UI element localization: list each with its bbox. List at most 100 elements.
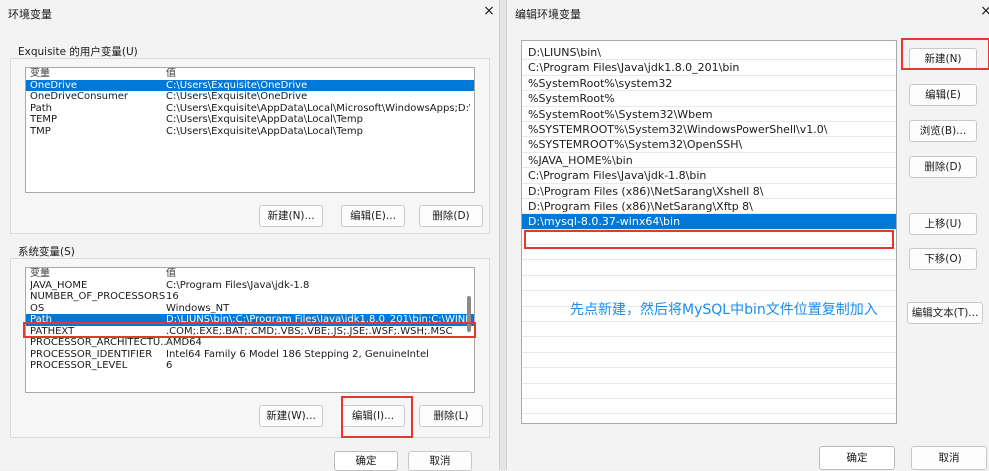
delete-button[interactable]: 删除(D) <box>909 156 977 178</box>
system-edit-button[interactable]: 编辑(I)... <box>341 405 405 427</box>
table-row[interactable]: TMP C:\Users\Exquisite\AppData\Local\Temp <box>26 126 474 138</box>
var-name: PROCESSOR_ARCHITECTU... <box>30 337 166 348</box>
list-item[interactable]: %SystemRoot%\System32\Wbem <box>522 107 896 122</box>
environment-variables-dialog: 环境变量 × Exquisite 的用户变量(U) 变量 值 OneDrive C… <box>0 0 500 471</box>
list-item[interactable] <box>522 322 896 338</box>
system-delete-button[interactable]: 删除(L) <box>419 405 483 427</box>
var-value: AMD64 <box>166 337 202 348</box>
cancel-button[interactable]: 取消 <box>408 451 472 471</box>
list-item[interactable] <box>522 245 896 261</box>
var-name: TEMP <box>30 114 58 125</box>
var-name: PROCESSOR_LEVEL <box>30 360 128 371</box>
user-vars-label: Exquisite 的用户变量(U) <box>18 46 138 58</box>
close-icon[interactable]: × <box>977 3 989 19</box>
var-name: Path <box>30 102 52 114</box>
table-row[interactable]: PROCESSOR_LEVEL 6 <box>26 360 474 372</box>
titlebar: 环境变量 × <box>0 0 499 26</box>
list-item[interactable]: %SYSTEMROOT%\System32\OpenSSH\ <box>522 137 896 153</box>
edit-button[interactable]: 编辑(E) <box>909 84 977 106</box>
path-entries-list[interactable]: D:\LIUNS\bin\ C:\Program Files\Java\jdk1.… <box>521 40 897 424</box>
var-name: TMP <box>30 125 51 137</box>
var-value: 16 <box>166 291 179 302</box>
var-name: OneDriveConsumer <box>30 91 129 102</box>
table-row[interactable]: OneDrive C:\Users\Exquisite\OneDrive <box>26 79 474 91</box>
var-value: .COM;.EXE;.BAT;.CMD;.VBS;.VBE;.JS;.JSE;.… <box>166 325 453 337</box>
cancel-button[interactable]: 取消 <box>911 446 987 470</box>
var-value: C:\Program Files\Java\jdk-1.8 <box>166 279 310 291</box>
var-name: OS <box>30 302 45 314</box>
var-value: C:\Users\Exquisite\OneDrive <box>166 79 308 91</box>
ok-button[interactable]: 确定 <box>819 446 895 470</box>
table-row[interactable]: Path D:\LIUNS\bin\;C:\Program Files\Java\… <box>26 314 474 326</box>
user-vars-header: 变量 值 <box>26 68 474 80</box>
table-row[interactable]: PATHEXT .COM;.EXE;.BAT;.CMD;.VBS;.VBE;.JS… <box>26 326 474 338</box>
scrollbar-thumb[interactable] <box>467 296 471 332</box>
system-vars-header: 变量 值 <box>26 268 474 280</box>
list-item[interactable]: C:\Program Files\Java\jdk-1.8\bin <box>522 168 896 184</box>
titlebar: 编辑环境变量 × <box>507 0 989 26</box>
table-row[interactable]: JAVA_HOME C:\Program Files\Java\jdk-1.8 <box>26 280 474 292</box>
var-value: Intel64 Family 6 Model 186 Stepping 2, G… <box>166 348 429 360</box>
table-row[interactable]: OS Windows_NT <box>26 303 474 315</box>
table-row[interactable]: PROCESSOR_IDENTIFIER Intel64 Family 6 Mod… <box>26 349 474 361</box>
ok-button[interactable]: 确定 <box>334 451 398 471</box>
close-icon[interactable]: × <box>480 3 498 19</box>
table-row[interactable]: OneDriveConsumer C:\Users\Exquisite\OneDr… <box>26 91 474 103</box>
annotation-text: 先点新建，然后将MySQL中bin文件位置复制加入 <box>570 302 878 318</box>
var-name: Path <box>30 314 52 325</box>
list-item[interactable]: D:\LIUNS\bin\ <box>522 45 896 61</box>
var-name: PATHEXT <box>30 325 75 337</box>
var-name: PROCESSOR_IDENTIFIER <box>30 348 153 360</box>
edit-text-button[interactable]: 编辑文本(T)... <box>907 302 983 324</box>
list-item[interactable]: D:\Program Files (x86)\NetSarang\Xshell … <box>522 184 896 199</box>
var-name: OneDrive <box>30 79 78 91</box>
column-header-value[interactable]: 值 <box>166 68 470 80</box>
list-item[interactable] <box>522 399 896 415</box>
list-item[interactable]: C:\Program Files\Java\jdk1.8.0_201\bin <box>522 60 896 76</box>
var-value: D:\LIUNS\bin\;C:\Program Files\Java\jdk1… <box>166 314 470 325</box>
var-name: NUMBER_OF_PROCESSORS <box>30 291 166 302</box>
system-vars-list[interactable]: 变量 值 JAVA_HOME C:\Program Files\Java\jdk-… <box>25 267 475 393</box>
system-vars-label: 系统变量(S) <box>18 246 75 258</box>
var-value: C:\Users\Exquisite\OneDrive <box>166 91 308 102</box>
var-value: 6 <box>166 360 173 371</box>
column-header-value[interactable]: 值 <box>166 268 470 280</box>
list-item[interactable] <box>522 368 896 384</box>
list-item[interactable] <box>522 230 896 246</box>
list-item[interactable]: %SystemRoot% <box>522 91 896 107</box>
user-vars-list[interactable]: 变量 值 OneDrive C:\Users\Exquisite\OneDrive… <box>25 67 475 193</box>
var-name: JAVA_HOME <box>30 279 88 291</box>
list-item[interactable] <box>522 353 896 369</box>
list-item[interactable] <box>522 384 896 399</box>
dialog-title: 编辑环境变量 <box>515 8 581 21</box>
table-row[interactable]: NUMBER_OF_PROCESSORS 16 <box>26 291 474 303</box>
var-value: C:\Users\Exquisite\AppData\Local\Microso… <box>166 102 470 114</box>
var-value: C:\Users\Exquisite\AppData\Local\Temp <box>166 114 363 125</box>
dialog-title: 环境变量 <box>8 8 52 21</box>
move-down-button[interactable]: 下移(O) <box>909 248 977 270</box>
column-header-name[interactable]: 变量 <box>30 68 166 80</box>
list-item[interactable]: %SYSTEMROOT%\System32\WindowsPowerShell\… <box>522 122 896 138</box>
list-item[interactable] <box>522 260 896 276</box>
table-row[interactable]: Path C:\Users\Exquisite\AppData\Local\Mic… <box>26 103 474 115</box>
column-header-name[interactable]: 变量 <box>30 268 166 280</box>
table-row[interactable]: TEMP C:\Users\Exquisite\AppData\Local\Tem… <box>26 114 474 126</box>
list-item[interactable]: D:\Program Files (x86)\NetSarang\Xftp 8\ <box>522 199 896 215</box>
list-item[interactable]: D:\mysql-8.0.37-winx64\bin <box>522 214 896 230</box>
list-item[interactable] <box>522 276 896 292</box>
var-value: C:\Users\Exquisite\AppData\Local\Temp <box>166 125 363 137</box>
list-item[interactable]: %SystemRoot%\system32 <box>522 76 896 92</box>
list-item[interactable]: %JAVA_HOME%\bin <box>522 153 896 169</box>
user-delete-button[interactable]: 删除(D) <box>419 205 483 227</box>
table-row[interactable]: PROCESSOR_ARCHITECTU... AMD64 <box>26 337 474 349</box>
list-item[interactable] <box>522 337 896 353</box>
edit-environment-variable-dialog: 编辑环境变量 × D:\LIUNS\bin\ C:\Program Files\J… <box>506 0 989 470</box>
new-button[interactable]: 新建(N) <box>909 48 977 70</box>
system-new-button[interactable]: 新建(W)... <box>259 405 323 427</box>
browse-button[interactable]: 浏览(B)... <box>909 120 977 142</box>
move-up-button[interactable]: 上移(U) <box>909 213 977 235</box>
system-vars-panel: 变量 值 JAVA_HOME C:\Program Files\Java\jdk-… <box>10 258 490 438</box>
user-vars-panel: 变量 值 OneDrive C:\Users\Exquisite\OneDrive… <box>10 58 490 234</box>
user-new-button[interactable]: 新建(N)... <box>259 205 323 227</box>
user-edit-button[interactable]: 编辑(E)... <box>341 205 405 227</box>
